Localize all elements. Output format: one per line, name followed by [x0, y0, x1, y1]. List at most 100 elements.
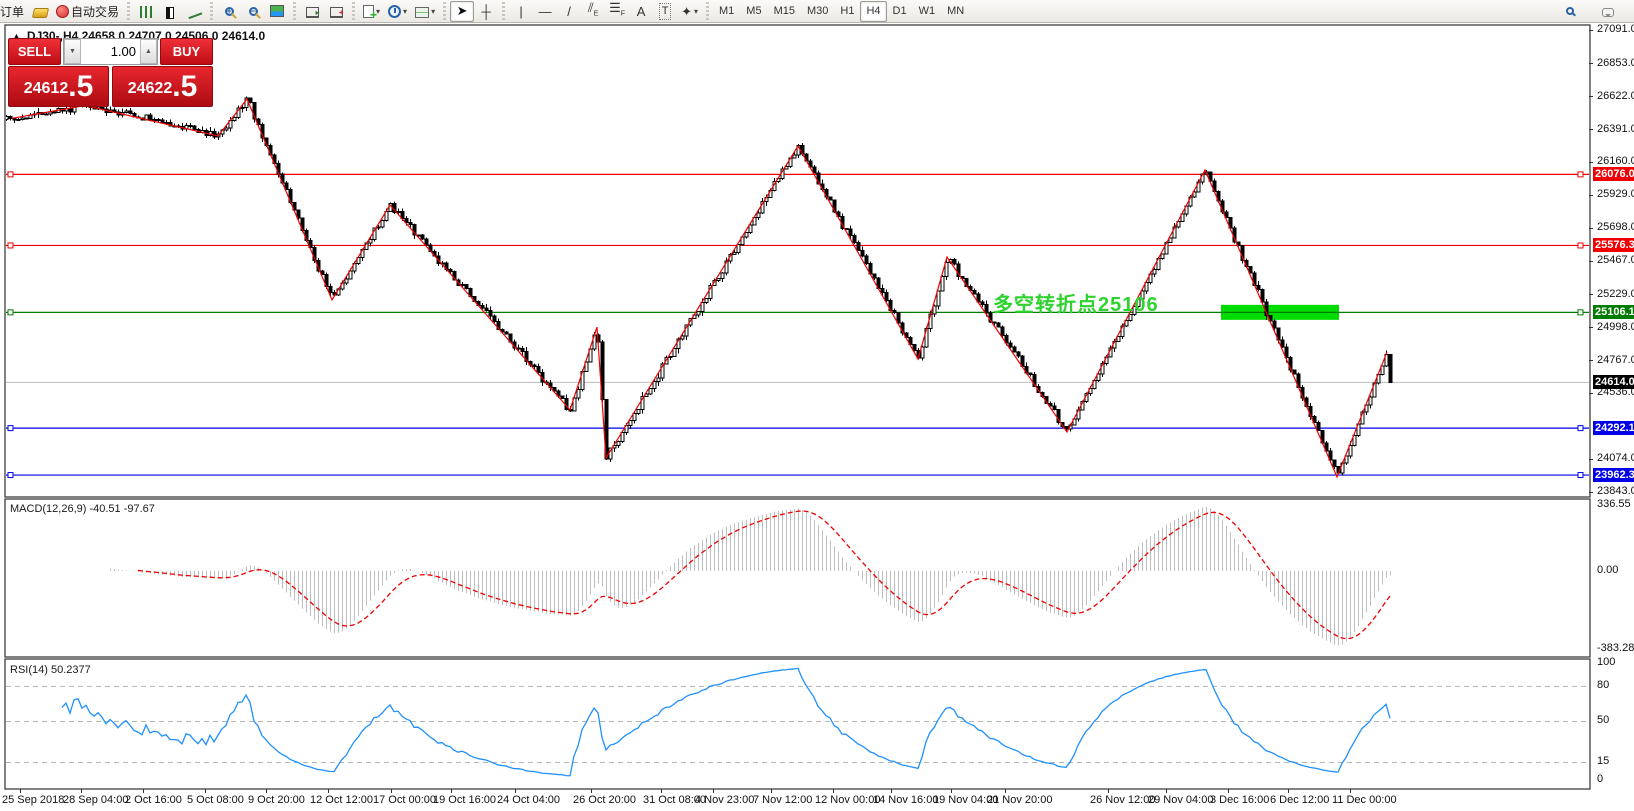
candlestick-chart-icon: [167, 8, 173, 18]
timeframe-m5[interactable]: M5: [740, 1, 767, 22]
time-label: 24 Oct 04:00: [497, 794, 560, 806]
time-label: 21 Nov 20:00: [987, 794, 1052, 806]
price-tick-label: 25467.0: [1597, 254, 1634, 266]
bar-chart-icon: [140, 6, 152, 18]
macd-scale-label: 0.00: [1597, 564, 1618, 576]
price-tick-label: 26622.0: [1597, 90, 1634, 102]
timeframe-h1[interactable]: H1: [834, 1, 860, 22]
channel-icon: ⫽E: [588, 0, 598, 22]
indicators-dropdown[interactable]: ▾: [411, 1, 439, 22]
timeframe-m1[interactable]: M1: [713, 1, 740, 22]
time-tick: [451, 789, 452, 793]
price-level-badge: 26076.0: [1593, 167, 1634, 181]
timeframe-w1[interactable]: W1: [913, 1, 942, 22]
chart-canvas[interactable]: [0, 24, 1634, 811]
volume-spinner: ▼ ▲: [63, 38, 158, 65]
time-label: 29 Nov 04:00: [1148, 794, 1213, 806]
chat-icon: [1602, 8, 1614, 17]
zoom-in-button[interactable]: +: [217, 1, 241, 22]
price-tick-label: 26853.0: [1597, 57, 1634, 69]
search-button[interactable]: [1558, 1, 1582, 22]
price-tick-label: 25698.0: [1597, 221, 1634, 233]
price-tick-label: 24074.0: [1597, 452, 1634, 464]
horizontal-line-button[interactable]: —: [533, 1, 557, 22]
price-tick: [1589, 96, 1593, 97]
equidistant-channel-button[interactable]: ⫽E: [581, 1, 605, 22]
cursor-button[interactable]: ➤: [450, 1, 474, 22]
toolbar-separator: [125, 2, 132, 20]
buy-button[interactable]: BUY: [160, 38, 213, 65]
vertical-line-icon: |: [519, 4, 522, 19]
time-tick: [1108, 789, 1109, 793]
line-chart-button[interactable]: [182, 1, 206, 22]
chart-window[interactable]: ▲ DJ30-,H4 24658.0 24707.0 24506.0 24614…: [0, 24, 1634, 811]
autotrading-button[interactable]: 自动交易: [52, 1, 123, 22]
time-tick: [20, 789, 21, 793]
bar-chart-button[interactable]: [134, 1, 158, 22]
auto-scroll-button[interactable]: [300, 1, 324, 22]
timeframe-d1[interactable]: D1: [887, 1, 913, 22]
price-tick-label: 23843.0: [1597, 485, 1634, 497]
timeframe-m15[interactable]: M15: [768, 1, 801, 22]
mt4-terminal: 订单 自动交易 + − ▾ ▾ ▾ ➤ ┼ | — / ⫽E ☰F A T ✦▾…: [0, 0, 1634, 811]
time-tick: [1166, 789, 1167, 793]
vertical-line-button[interactable]: |: [509, 1, 533, 22]
volume-input[interactable]: [81, 39, 140, 64]
time-label: 9 Oct 20:00: [248, 794, 305, 806]
text-label-button[interactable]: T: [653, 1, 677, 22]
volume-increase-button[interactable]: ▲: [140, 39, 157, 64]
macd-scale-label: 336.55: [1597, 498, 1631, 510]
zoom-out-button[interactable]: −: [241, 1, 265, 22]
sell-price[interactable]: 24612.5: [8, 66, 109, 107]
price-tick-label: 27091.0: [1597, 23, 1634, 35]
price-tick: [1589, 492, 1593, 493]
time-tick: [328, 789, 329, 793]
time-tick: [266, 789, 267, 793]
zoom-out-icon: −: [249, 7, 258, 16]
time-label: 26 Oct 20:00: [573, 794, 636, 806]
templates-dropdown[interactable]: ▾: [359, 1, 384, 22]
chart-shift-button[interactable]: [324, 1, 348, 22]
caret-down-icon: ▾: [403, 7, 407, 16]
candlestick-chart-button[interactable]: [158, 1, 182, 22]
pivot-annotation[interactable]: 多空转折点25106: [993, 288, 1159, 317]
template-icon: [363, 5, 374, 18]
price-tick: [1589, 294, 1593, 295]
time-label: 14 Nov 16:00: [873, 794, 938, 806]
clock-icon: [388, 5, 401, 18]
time-tick: [891, 789, 892, 793]
rsi-scale-label: 15: [1597, 755, 1609, 767]
volume-decrease-button[interactable]: ▼: [64, 39, 81, 64]
time-label: 2 Oct 16:00: [125, 794, 182, 806]
time-tick: [661, 789, 662, 793]
indicators-icon: [415, 7, 429, 18]
crosshair-button[interactable]: ┼: [474, 1, 498, 22]
price-tick-label: 24767.0: [1597, 354, 1634, 366]
caret-down-icon: ▾: [694, 7, 698, 16]
price-tick-label: 26160.0: [1597, 155, 1634, 167]
arrows-dropdown[interactable]: ✦▾: [677, 1, 702, 22]
order-button[interactable]: 订单: [0, 1, 28, 22]
timeframe-h4[interactable]: H4: [860, 1, 886, 22]
timeframe-mn[interactable]: MN: [941, 1, 970, 22]
price-tick: [1589, 261, 1593, 262]
chat-button[interactable]: [1596, 1, 1620, 22]
price-tick: [1589, 30, 1593, 31]
text-button[interactable]: A: [629, 1, 653, 22]
time-tick: [1288, 789, 1289, 793]
new-order-button[interactable]: [28, 1, 52, 22]
time-tick: [515, 789, 516, 793]
fibonacci-button[interactable]: ☰F: [605, 1, 629, 22]
toolbar-separator: [291, 2, 298, 20]
timeframes-dropdown[interactable]: ▾: [384, 1, 411, 22]
price-tick-label: 25929.0: [1597, 188, 1634, 200]
trendline-button[interactable]: /: [557, 1, 581, 22]
macd-label: MACD(12,26,9) -40.51 -97.67: [10, 503, 155, 515]
sell-button[interactable]: SELL: [8, 38, 61, 65]
tile-windows-button[interactable]: [265, 1, 289, 22]
time-tick: [591, 789, 592, 793]
rsi-scale-label: 100: [1597, 656, 1615, 668]
price-tick: [1589, 459, 1593, 460]
buy-price[interactable]: 24622.5: [112, 66, 213, 107]
timeframe-m30[interactable]: M30: [801, 1, 834, 22]
